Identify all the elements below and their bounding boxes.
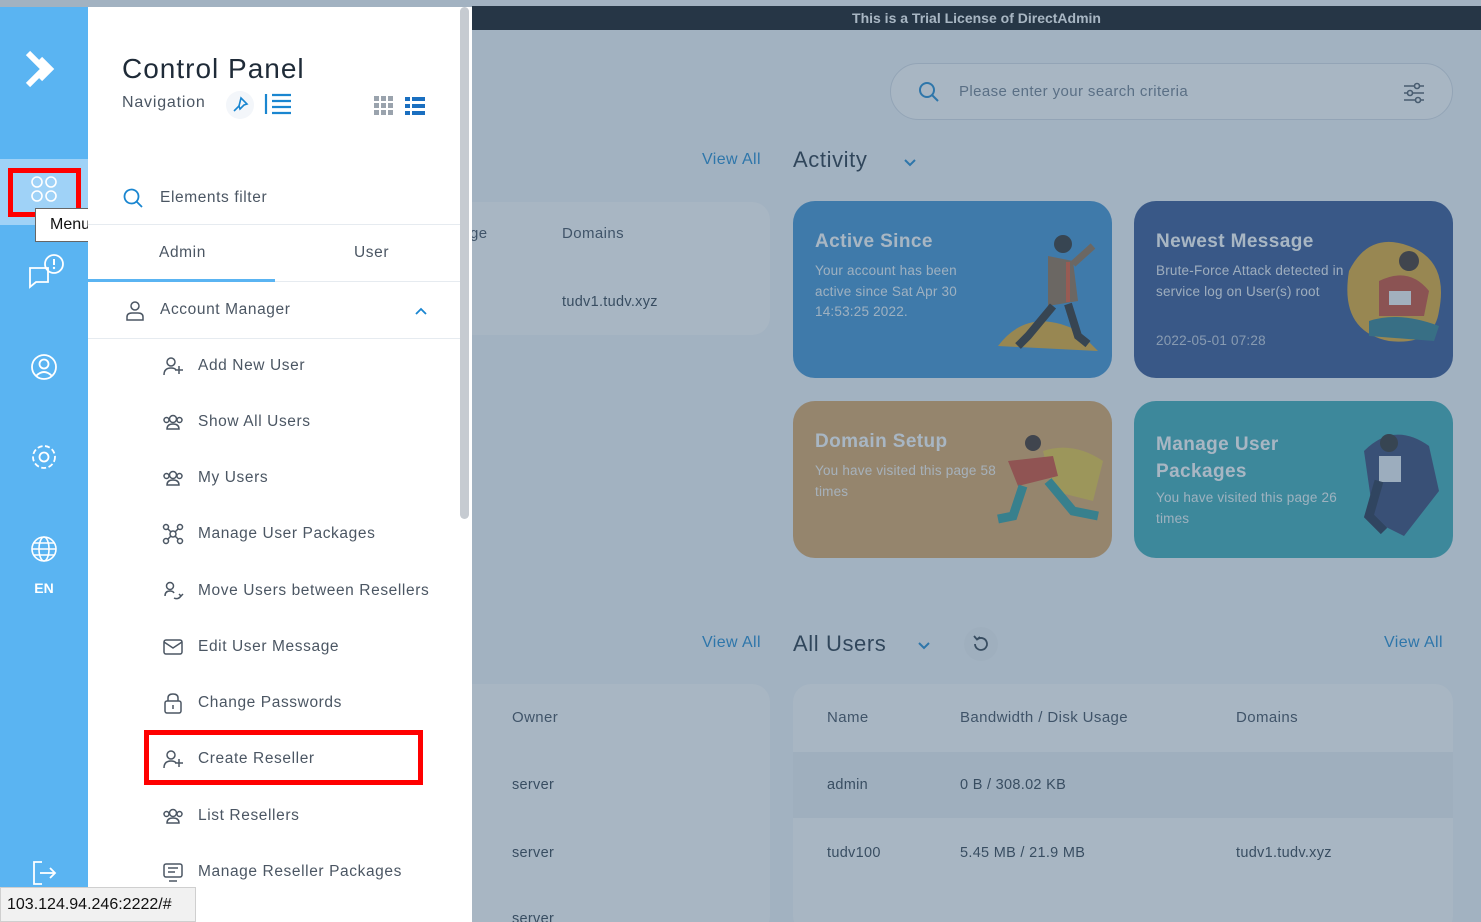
users-icon <box>163 414 183 430</box>
pin-icon[interactable] <box>226 91 254 119</box>
status-url-bar: 103.124.94.246:2222/# <box>0 887 196 922</box>
chevron-up-icon[interactable] <box>414 304 428 318</box>
account-manager-section[interactable]: Account Manager <box>88 282 461 339</box>
nav-item-label: Show All Users <box>198 413 311 430</box>
language-label[interactable]: EN <box>0 580 88 596</box>
globe-icon[interactable] <box>28 533 60 565</box>
move-user-icon <box>164 581 184 600</box>
tab-admin[interactable]: Admin <box>159 244 206 262</box>
grid-view-icon[interactable] <box>374 96 394 116</box>
nav-item-label: Edit User Message <box>198 638 340 655</box>
user-icon <box>126 301 144 321</box>
users-icon <box>163 470 183 486</box>
nav-item-edit-user-message[interactable]: Edit User Message <box>160 627 450 667</box>
nav-item-list-resellers[interactable]: List Resellers <box>160 796 450 836</box>
users-icon <box>163 808 183 824</box>
search-icon <box>123 188 143 208</box>
nav-item-manage-reseller-packages[interactable]: Manage Reseller Packages <box>160 852 450 892</box>
nav-item-label: Add New User <box>198 357 306 374</box>
role-tabs: Admin User <box>88 225 461 282</box>
nav-item-label: Change Passwords <box>198 694 343 711</box>
user-plus-icon <box>163 357 183 376</box>
elements-filter-label: Elements filter <box>160 189 268 206</box>
envelope-icon <box>163 639 183 655</box>
drawer-scrollbar[interactable] <box>460 7 469 519</box>
nav-item-label: Manage User Packages <box>198 525 376 542</box>
logout-icon[interactable] <box>28 857 60 889</box>
elements-filter[interactable]: Elements filter <box>88 173 461 225</box>
messages-alert-icon[interactable] <box>26 252 66 292</box>
nav-item-label: Manage Reseller Packages <box>198 863 402 880</box>
directadmin-logo-icon[interactable] <box>20 47 64 91</box>
nav-item-move-users-between-resellers[interactable]: Move Users between Resellers <box>160 571 450 611</box>
nav-item-label: List Resellers <box>198 807 300 824</box>
lock-icon <box>164 693 182 714</box>
account-manager-label: Account Manager <box>160 301 291 318</box>
packages-icon <box>162 523 184 545</box>
nav-item-change-passwords[interactable]: Change Passwords <box>160 683 450 723</box>
user-profile-icon[interactable] <box>28 351 60 383</box>
create-reseller-highlight-box <box>144 730 423 785</box>
drawer-title: Control Panel <box>122 53 305 84</box>
settings-gear-icon[interactable] <box>28 441 60 473</box>
tab-user[interactable]: User <box>354 244 389 262</box>
nav-item-manage-user-packages[interactable]: Manage User Packages <box>160 514 450 554</box>
list-view-icon[interactable] <box>264 91 292 117</box>
nav-item-my-users[interactable]: My Users <box>160 458 450 498</box>
nav-item-label: My Users <box>198 469 269 486</box>
detailed-list-view-icon[interactable] <box>405 96 425 116</box>
nav-item-show-all-users[interactable]: Show All Users <box>160 402 450 442</box>
drawer-subtitle: Navigation <box>122 94 206 111</box>
left-rail: EN <box>0 7 88 922</box>
nav-item-add-new-user[interactable]: Add New User <box>160 346 450 386</box>
nav-item-label: Move Users between Resellers <box>198 582 430 599</box>
monitor-icon <box>163 863 183 882</box>
